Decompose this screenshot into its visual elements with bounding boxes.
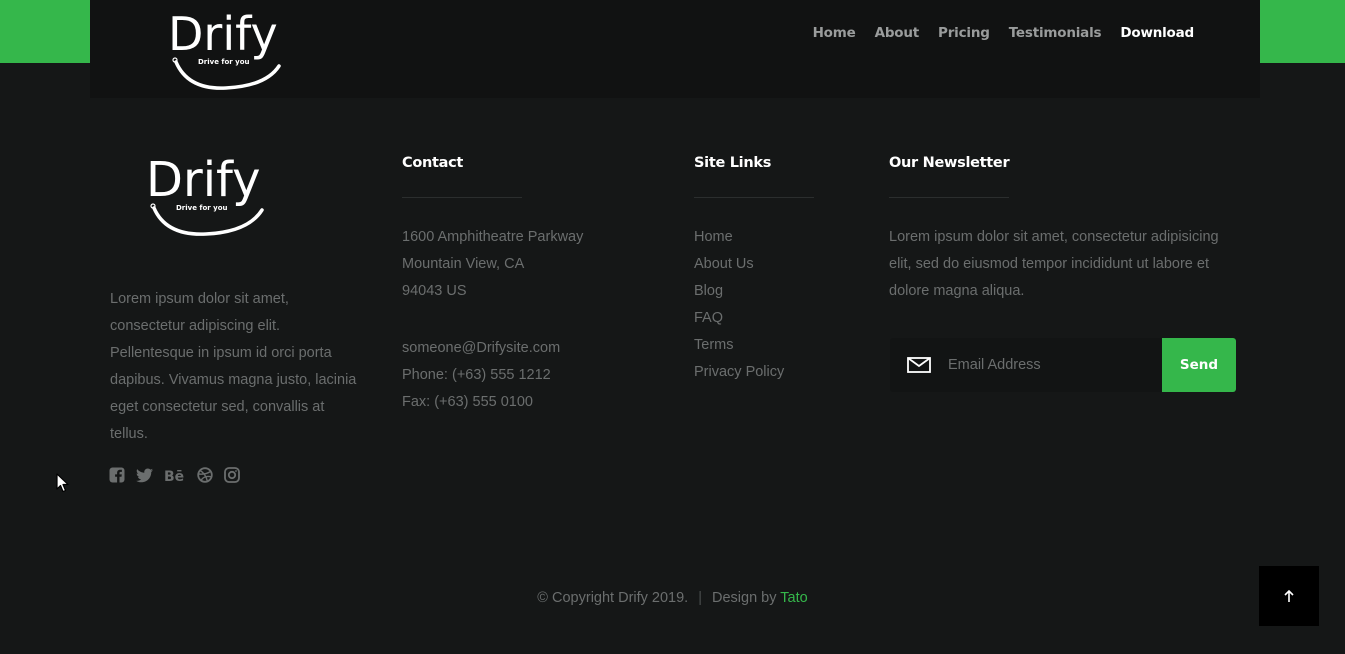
- nav-testimonials[interactable]: Testimonials: [1009, 25, 1102, 41]
- heading-divider: [694, 197, 814, 198]
- contact-fax: Fax: (+63) 555 0100: [402, 394, 533, 410]
- copyright-bar: © Copyright Drify 2019. | Design by Tato: [0, 590, 1345, 606]
- social-links: Bē: [109, 466, 240, 484]
- newsletter-form: Send: [890, 338, 1236, 392]
- site-links-section: Site Links Home About Us Blog FAQ Terms …: [694, 155, 814, 386]
- address-line: 1600 Amphitheatre Parkway: [402, 229, 584, 245]
- main-nav: Home About Pricing Testimonials Download: [813, 25, 1195, 41]
- contact-phone: Phone: (+63) 555 1212: [402, 367, 551, 383]
- facebook-icon[interactable]: [109, 466, 125, 484]
- heading-divider: [402, 197, 522, 198]
- site-link-home[interactable]: Home: [694, 224, 814, 251]
- svg-text:Drify: Drify: [146, 152, 261, 208]
- about-text: Lorem ipsum dolor sit amet, consectetur …: [110, 291, 357, 442]
- navbar: Drify Drive for you Home About Pricing T…: [90, 0, 1260, 98]
- copyright-text: © Copyright Drify 2019.: [537, 590, 689, 606]
- contact-email-link[interactable]: someone@Drifysite.com: [402, 335, 583, 362]
- mouse-cursor: [56, 473, 69, 493]
- nav-pricing[interactable]: Pricing: [938, 25, 990, 41]
- designer-link[interactable]: Tato: [780, 590, 807, 606]
- site-link-terms[interactable]: Terms: [694, 332, 814, 359]
- site-link-blog[interactable]: Blog: [694, 278, 814, 305]
- footer-logo[interactable]: Drify Drive for you: [140, 148, 270, 236]
- dribbble-icon[interactable]: [197, 466, 213, 484]
- instagram-icon[interactable]: [224, 466, 240, 484]
- svg-text:Drive for you: Drive for you: [176, 204, 228, 212]
- back-to-top-button[interactable]: [1259, 566, 1319, 626]
- address-line: 94043 US: [402, 283, 467, 299]
- send-button[interactable]: Send: [1162, 338, 1236, 392]
- mail-icon: [890, 338, 948, 392]
- site-link-about-us[interactable]: About Us: [694, 251, 814, 278]
- newsletter-heading: Our Newsletter: [889, 155, 1010, 171]
- contact-section: Contact 1600 Amphitheatre Parkway Mounta…: [402, 155, 583, 416]
- arrow-up-icon: [1284, 589, 1294, 602]
- svg-text:Bē: Bē: [164, 469, 184, 482]
- nav-download[interactable]: Download: [1120, 25, 1194, 41]
- brand-logo[interactable]: Drify Drive for you: [166, 6, 286, 90]
- contact-heading: Contact: [402, 155, 464, 171]
- site-link-privacy-policy[interactable]: Privacy Policy: [694, 359, 814, 386]
- design-credit-prefix: Design by: [712, 590, 777, 606]
- email-field[interactable]: [948, 338, 1162, 392]
- heading-divider: [889, 197, 1009, 198]
- behance-icon[interactable]: Bē: [164, 466, 186, 484]
- svg-text:Drive for you: Drive for you: [198, 58, 250, 66]
- site-links-heading: Site Links: [694, 155, 772, 171]
- twitter-icon[interactable]: [136, 466, 153, 484]
- site-link-faq[interactable]: FAQ: [694, 305, 814, 332]
- copyright-separator: |: [698, 590, 702, 606]
- svg-text:Drify: Drify: [168, 7, 278, 61]
- address-line: Mountain View, CA: [402, 256, 525, 272]
- newsletter-text: Lorem ipsum dolor sit amet, consectetur …: [889, 229, 1219, 299]
- nav-about[interactable]: About: [875, 25, 920, 41]
- nav-home[interactable]: Home: [813, 25, 856, 41]
- newsletter-section: Our Newsletter Lorem ipsum dolor sit ame…: [889, 155, 1239, 305]
